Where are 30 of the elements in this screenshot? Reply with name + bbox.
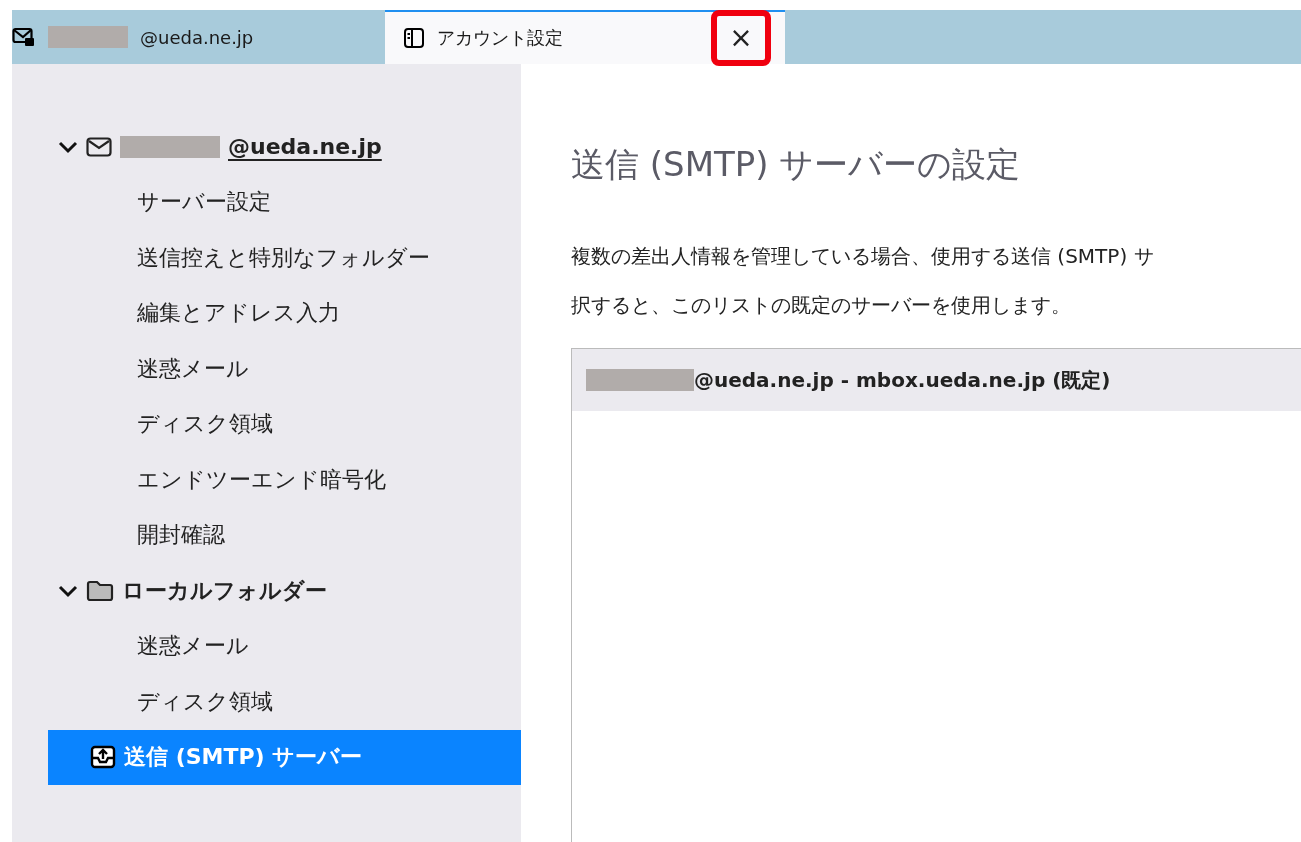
sidebar-item[interactable]: ディスク領域 [12, 674, 521, 730]
page-title: 送信 (SMTP) サーバーの設定 [571, 143, 1022, 186]
sidebar-item[interactable]: 迷惑メール [12, 341, 521, 397]
server-row[interactable]: @ueda.ne.jp - mbox.ueda.ne.jp (既定) [572, 349, 1301, 411]
close-button[interactable]: × [719, 18, 763, 58]
sidebar-item[interactable]: 開封確認 [12, 507, 521, 563]
sidebar-item[interactable]: 送信 (SMTP) サーバー [48, 729, 521, 785]
server-label: @ueda.ne.jp - mbox.ueda.ne.jp (既定) [694, 366, 1111, 394]
tab-label: アカウント設定 [437, 26, 563, 50]
tab[interactable]: @ueda.ne.jp [12, 10, 385, 64]
account-row[interactable]: @ueda.ne.jp [12, 119, 521, 175]
sidebar-item[interactable]: 編集とアドレス入力 [12, 285, 521, 341]
sidebar-item[interactable]: 迷惑メール [12, 618, 521, 674]
sidebar-page-icon [403, 27, 425, 49]
envelope-icon [86, 136, 112, 157]
folder-icon [86, 579, 114, 602]
account-row[interactable]: ローカルフォルダー [12, 563, 521, 619]
sidebar-item[interactable]: ディスク領域 [12, 396, 521, 452]
tab[interactable]: アカウント設定 × [385, 10, 785, 64]
sidebar-item-label: 送信 (SMTP) サーバー [124, 743, 363, 772]
sidebar-item[interactable]: エンドツーエンド暗号化 [12, 452, 521, 508]
outbox-icon [90, 745, 116, 770]
mail-lock-icon [12, 27, 36, 47]
account-label: ローカルフォルダー [122, 576, 327, 605]
sidebar-item[interactable]: 送信控えと特別なフォルダー [12, 230, 521, 286]
tab-label: @ueda.ne.jp [140, 26, 254, 48]
description-text: 複数の差出人情報を管理している場合、使用する送信 (SMTP) サ [571, 243, 1155, 270]
description-text: 択すると、このリストの既定のサーバーを使用します。 [571, 292, 1072, 319]
account-label: @ueda.ne.jp [228, 134, 382, 160]
sidebar-item[interactable]: サーバー設定 [12, 174, 521, 230]
